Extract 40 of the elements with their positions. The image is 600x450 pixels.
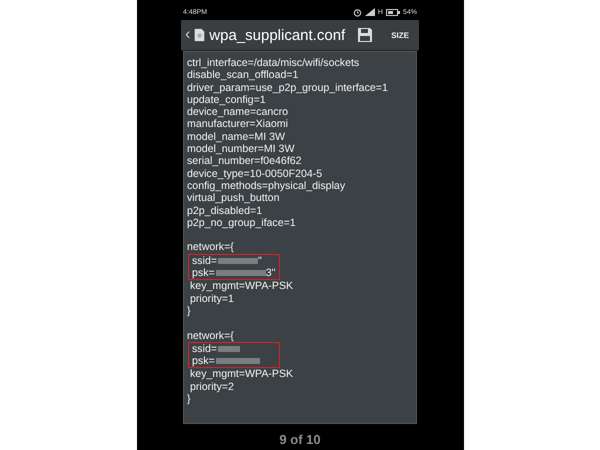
config-line: } — [187, 304, 192, 318]
config-line: network={ — [187, 330, 235, 342]
redacted-value — [218, 346, 240, 352]
config-line: p2p_no_group_iface=1 — [187, 216, 297, 230]
config-line: key_mgmt=WPA-PSK — [189, 280, 294, 293]
file-title: wpa_supplicant.conf — [209, 26, 346, 44]
config-line: priority=1 — [189, 292, 235, 305]
config-line: disable_scan_offload=1 — [187, 69, 300, 82]
config-line: driver_param=use_p2p_group_interface=1 — [187, 82, 389, 94]
config-line: virtual_push_button — [187, 192, 280, 205]
config-line: ssid= — [191, 254, 218, 268]
config-line: manufacturer=Xiaomi — [187, 118, 289, 131]
config-line: device_name=cancro — [187, 106, 289, 118]
config-line: config_methods=physical_display — [187, 180, 346, 192]
config-line: serial_number=f0e46f62 — [187, 155, 303, 168]
config-line: " — [258, 254, 262, 268]
size-button[interactable]: SIZE — [385, 30, 415, 40]
config-line: model_name=MI 3W — [187, 130, 286, 144]
config-line: ssid= — [191, 342, 218, 356]
config-line: device_type=10-0050F204-5 — [187, 168, 324, 180]
config-line: psk= — [191, 355, 215, 368]
page-counter: 9 of 10 — [279, 432, 321, 447]
text-editor[interactable] — [183, 51, 417, 424]
config-line: update_config=1 — [187, 94, 267, 106]
config-line: p2p_disabled=1 — [187, 204, 264, 217]
config-line: network={ — [187, 241, 235, 254]
alarm-clock-icon — [352, 8, 362, 16]
redacted-value — [218, 258, 258, 264]
config-line: ctrl_interface=/data/misc/wifi/sockets — [187, 57, 360, 70]
config-line: key_mgmt=WPA-PSK — [189, 368, 294, 381]
config-line: 3" — [266, 267, 276, 280]
config-line: } — [187, 393, 192, 406]
config-line: model_number=MI 3W — [187, 143, 296, 156]
redacted-value — [216, 358, 260, 364]
redacted-value — [216, 270, 266, 276]
back-button[interactable]: ‹ — [185, 26, 190, 44]
config-line: psk= — [191, 267, 215, 280]
signal-icon — [364, 8, 375, 16]
config-line: priority=2 — [189, 380, 235, 394]
battery-icon — [386, 8, 400, 16]
